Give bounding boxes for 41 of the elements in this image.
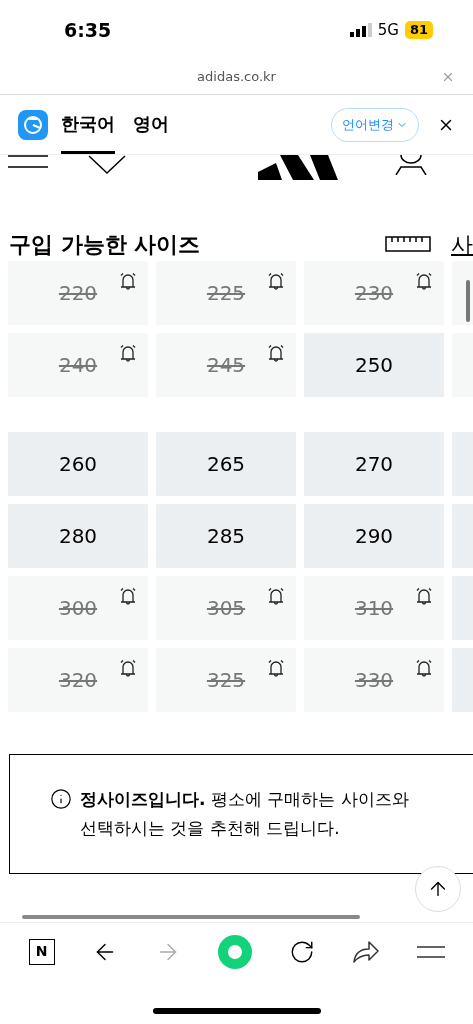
home-button[interactable]: N xyxy=(28,938,55,965)
size-option[interactable]: 265 xyxy=(156,432,296,496)
chevron-icon[interactable] xyxy=(88,155,126,175)
size-option[interactable]: 310 xyxy=(304,576,444,640)
size-option[interactable]: 325 xyxy=(156,648,296,712)
size-option[interactable]: 250 xyxy=(304,333,444,397)
size-option[interactable]: 320 xyxy=(8,648,148,712)
size-option[interactable]: 280 xyxy=(8,504,148,568)
url-text[interactable]: adidas.co.kr xyxy=(197,67,276,87)
size-option[interactable]: 240 xyxy=(8,333,148,397)
size-option[interactable]: 245 xyxy=(156,333,296,397)
size-option[interactable]: 300 xyxy=(8,576,148,640)
translate-app-icon xyxy=(18,109,48,140)
size-option[interactable]: 330 xyxy=(304,648,444,712)
size-option[interactable]: 285 xyxy=(156,504,296,568)
size-option[interactable]: 305 xyxy=(156,576,296,640)
ruler-icon xyxy=(385,236,431,252)
account-icon[interactable] xyxy=(393,155,429,175)
share-icon[interactable] xyxy=(351,939,380,964)
fit-notice-text: 선택하시는 것을 추천해 드립니다. xyxy=(80,817,341,840)
fit-notice-text: 정사이즈입니다. 평소에 구매하는 사이즈와 xyxy=(80,787,409,811)
language-tab[interactable]: 영어 xyxy=(133,95,169,154)
signal-icon xyxy=(349,23,372,37)
section-title: 구입 가능한 사이즈 xyxy=(9,230,201,259)
scroll-top-button[interactable] xyxy=(415,866,461,912)
info-icon xyxy=(50,788,72,811)
menu-icon[interactable] xyxy=(8,155,48,169)
status-time: 6:35 xyxy=(64,17,112,43)
size-option[interactable]: 230 xyxy=(304,261,444,325)
menu-icon[interactable] xyxy=(416,944,445,959)
scrollbar xyxy=(466,280,470,322)
size-option[interactable]: 270 xyxy=(304,432,444,496)
size-option[interactable]: 225 xyxy=(156,261,296,325)
language-tab[interactable]: 한국어 xyxy=(61,95,115,154)
size-guide-link[interactable]: 사 xyxy=(451,227,473,261)
size-option[interactable]: 220 xyxy=(8,261,148,325)
size-option[interactable]: 290 xyxy=(304,504,444,568)
battery-indicator: 81 xyxy=(404,21,433,39)
logo-drawing[interactable] xyxy=(258,155,338,180)
size-option[interactable]: 260 xyxy=(8,432,148,496)
network-label: 5G xyxy=(377,19,399,41)
